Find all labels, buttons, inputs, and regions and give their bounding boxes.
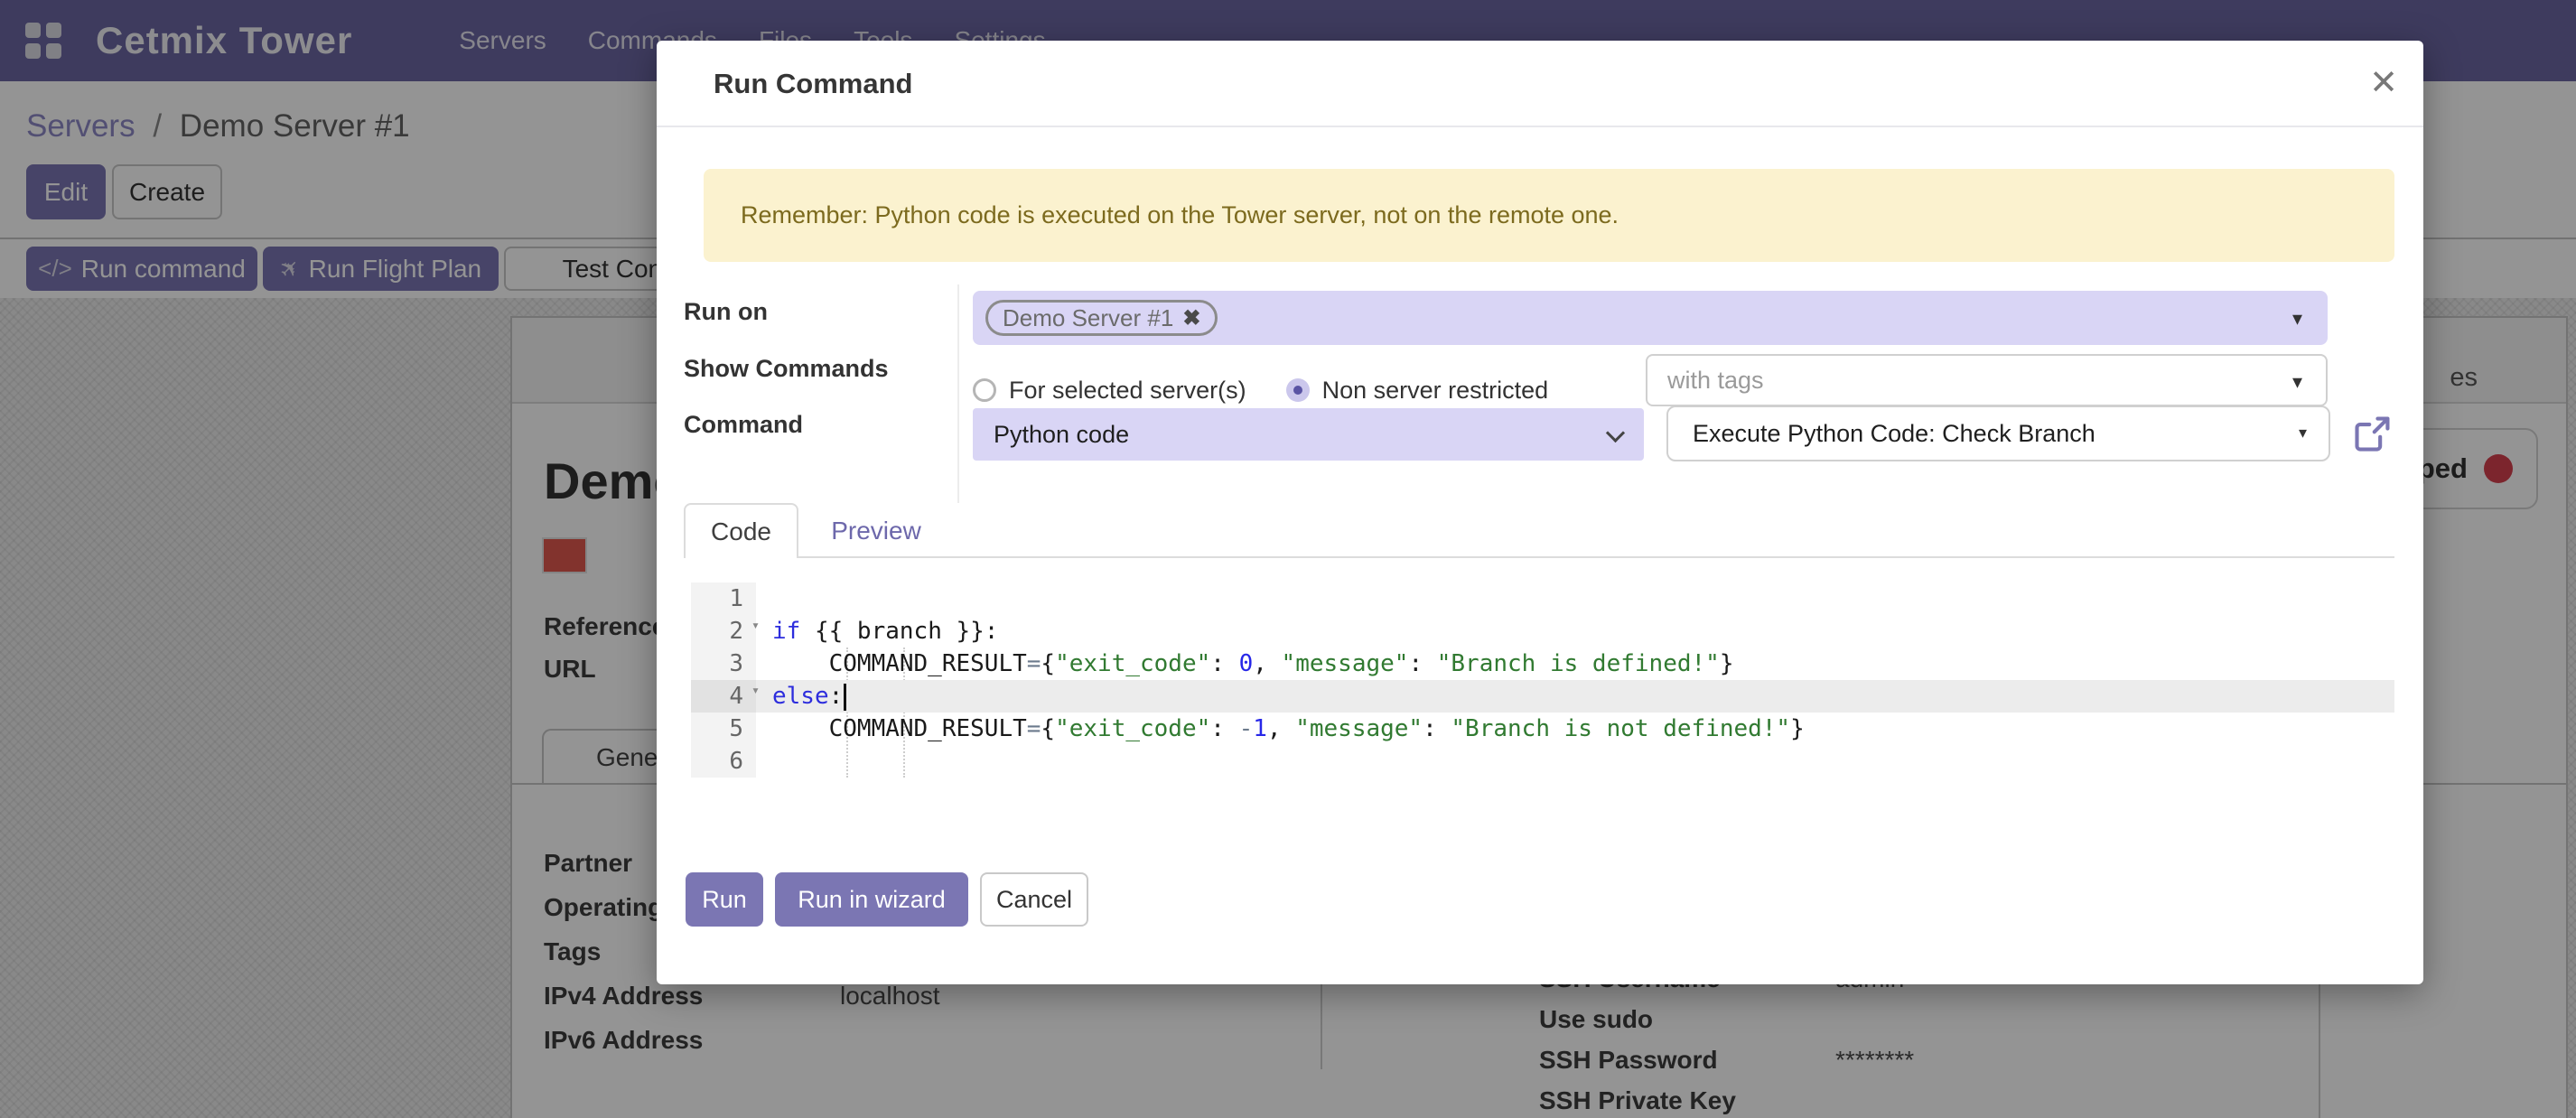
- close-icon[interactable]: ✕: [2369, 62, 2398, 103]
- line-number: 5: [691, 713, 756, 745]
- radio-non-restricted[interactable]: [1286, 378, 1310, 402]
- editor-line[interactable]: 4▾else:: [691, 680, 2394, 713]
- editor-line[interactable]: 5 COMMAND_RESULT={"exit_code": -1, "mess…: [691, 713, 2394, 745]
- line-number: 4▾: [691, 680, 756, 713]
- show-commands-label: Show Commands: [684, 355, 889, 383]
- chevron-down-icon: [1606, 424, 1625, 443]
- tab-strip-divider: [684, 556, 2394, 558]
- chevron-down-icon: ▾: [2292, 307, 2302, 331]
- run-on-select[interactable]: Demo Server #1 ✖ ▾: [973, 291, 2328, 345]
- line-number: 2▾: [691, 615, 756, 648]
- modal-title: Run Command: [714, 68, 912, 100]
- text-cursor: [844, 684, 846, 711]
- warning-alert: Remember: Python code is executed on the…: [704, 169, 2394, 262]
- cancel-button[interactable]: Cancel: [980, 872, 1088, 927]
- editor-line[interactable]: 1: [691, 582, 2394, 615]
- command-type-select[interactable]: Python code: [973, 408, 1644, 461]
- code-editor[interactable]: 12▾if {{ branch }}:3 COMMAND_RESULT={"ex…: [691, 582, 2394, 778]
- line-number: 6: [691, 745, 756, 778]
- form-divider: [957, 284, 959, 503]
- line-number: 3: [691, 648, 756, 680]
- tab-preview[interactable]: Preview: [817, 503, 935, 558]
- code-line-text: COMMAND_RESULT={"exit_code": -1, "messag…: [756, 713, 2394, 745]
- chevron-down-icon: ▾: [2299, 424, 2307, 443]
- tab-code[interactable]: Code: [684, 503, 798, 558]
- server-tag: Demo Server #1 ✖: [985, 300, 1218, 336]
- external-link-icon[interactable]: [2352, 415, 2392, 454]
- with-tags-select[interactable]: with tags ▾: [1646, 354, 2328, 406]
- code-line-text: [756, 745, 2394, 778]
- code-line-text: else:: [756, 680, 2394, 713]
- run-on-label: Run on: [684, 298, 768, 326]
- command-label: Command: [684, 411, 803, 439]
- radio-selected-servers-label[interactable]: For selected server(s): [1009, 377, 1246, 405]
- editor-line[interactable]: 2▾if {{ branch }}:: [691, 615, 2394, 648]
- run-button[interactable]: Run: [686, 872, 763, 927]
- code-line-text: COMMAND_RESULT={"exit_code": 0, "message…: [756, 648, 2394, 680]
- chevron-down-icon: ▾: [2292, 370, 2302, 394]
- editor-line[interactable]: 3 COMMAND_RESULT={"exit_code": 0, "messa…: [691, 648, 2394, 680]
- radio-selected-servers[interactable]: [973, 378, 996, 402]
- code-line-text: [756, 582, 2394, 615]
- line-number: 1: [691, 582, 756, 615]
- editor-line[interactable]: 6: [691, 745, 2394, 778]
- screen: Cetmix Tower ServersCommandsFilesToolsSe…: [0, 0, 2576, 1118]
- radio-non-restricted-label[interactable]: Non server restricted: [1322, 377, 1549, 405]
- modal-header-divider: [657, 126, 2423, 127]
- tag-remove-icon[interactable]: ✖: [1182, 305, 1200, 331]
- run-command-modal: Run Command ✕ Remember: Python code is e…: [657, 41, 2423, 984]
- command-select[interactable]: Execute Python Code: Check Branch ▾: [1666, 405, 2330, 461]
- run-in-wizard-button[interactable]: Run in wizard: [775, 872, 968, 927]
- code-line-text: if {{ branch }}:: [756, 615, 2394, 648]
